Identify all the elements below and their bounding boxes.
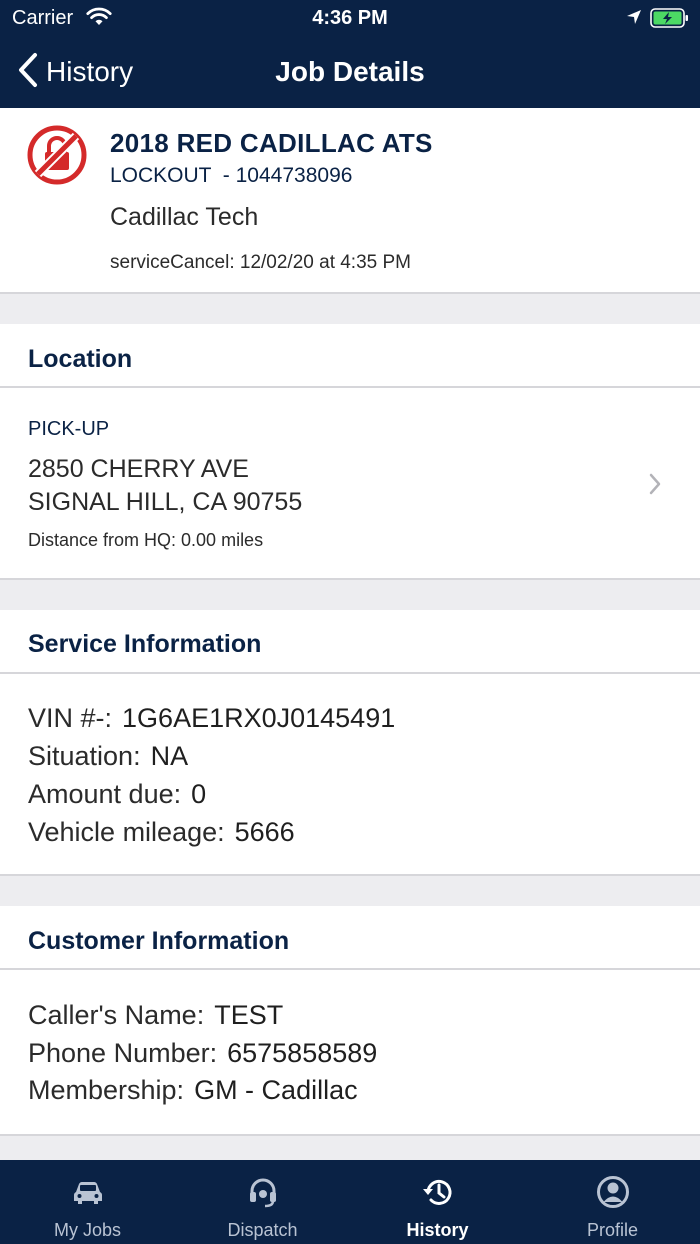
distance-from-hq: Distance from HQ: 0.00 miles (28, 530, 264, 550)
page-title: Job Details (275, 56, 425, 87)
amount-due-value: 0 (191, 779, 207, 809)
tab-dispatch[interactable]: Dispatch (175, 1160, 350, 1244)
vehicle-title: 2018 RED CADILLAC ATS (110, 128, 433, 158)
divider (0, 874, 700, 876)
membership-label: Membership: (28, 1075, 185, 1105)
situation-value: NA (150, 741, 189, 771)
phone-number-value[interactable]: 6575858589 (227, 1038, 377, 1068)
top-bar: Carrier 4:36 PM History Job Details (0, 0, 700, 108)
mileage-row: Vehicle mileage: 5666 (28, 817, 295, 848)
tab-history[interactable]: History (350, 1160, 525, 1244)
status-bar: Carrier 4:36 PM (0, 0, 700, 36)
caller-name-value: TEST (214, 1000, 284, 1030)
amount-due-row: Amount due: 0 (28, 779, 206, 810)
location-heading: Location (28, 345, 133, 373)
cancel-timestamp: serviceCancel: 12/02/20 at 4:35 PM (110, 252, 412, 273)
location-arrow-icon (626, 9, 642, 30)
job-type-number: LOCKOUT - 1044738096 (110, 164, 353, 187)
caller-name-label: Caller's Name: (28, 1000, 205, 1030)
phone-number-row: Phone Number: 6575858589 (28, 1038, 377, 1069)
situation-row: Situation: NA (28, 741, 188, 772)
tab-label: Dispatch (227, 1220, 298, 1240)
mileage-value: 5666 (234, 817, 295, 847)
membership-row: Membership: GM - Cadillac (28, 1075, 358, 1106)
divider (0, 578, 700, 580)
divider (0, 292, 700, 294)
tab-bar: My Jobs Dispatch History Profile (0, 1160, 700, 1244)
tab-my-jobs[interactable]: My Jobs (0, 1160, 175, 1244)
lock-cancelled-icon (26, 124, 88, 191)
tab-label: My Jobs (53, 1220, 122, 1240)
membership-value: GM - Cadillac (194, 1075, 358, 1105)
tab-label: Profile (586, 1220, 639, 1240)
tab-label: History (406, 1220, 469, 1240)
vin-label: VIN #-: (28, 703, 113, 733)
pickup-label: PICK-UP (28, 418, 110, 440)
clock: 4:36 PM (312, 7, 388, 29)
vin-value: 1G6AE1RX0J0145491 (122, 703, 396, 733)
vin-row: VIN #-: 1G6AE1RX0J0145491 (28, 703, 395, 734)
phone-number-label: Phone Number: (28, 1038, 218, 1068)
situation-label: Situation: (28, 741, 141, 771)
customer-heading: Customer Information (28, 927, 290, 955)
chevron-right-icon[interactable] (648, 472, 662, 501)
divider (0, 1134, 700, 1136)
service-heading: Service Information (28, 630, 262, 658)
address-line-2: SIGNAL HILL, CA 90755 (28, 488, 303, 516)
battery-icon (650, 8, 690, 33)
mileage-label: Vehicle mileage: (28, 817, 225, 847)
tab-profile[interactable]: Profile (525, 1160, 700, 1244)
company-name: Cadillac Tech (110, 203, 259, 231)
nav-bar: History Job Details (0, 36, 700, 108)
address-line-1: 2850 CHERRY AVE (28, 455, 249, 483)
amount-due-label: Amount due: (28, 779, 182, 809)
caller-name-row: Caller's Name: TEST (28, 1000, 283, 1031)
